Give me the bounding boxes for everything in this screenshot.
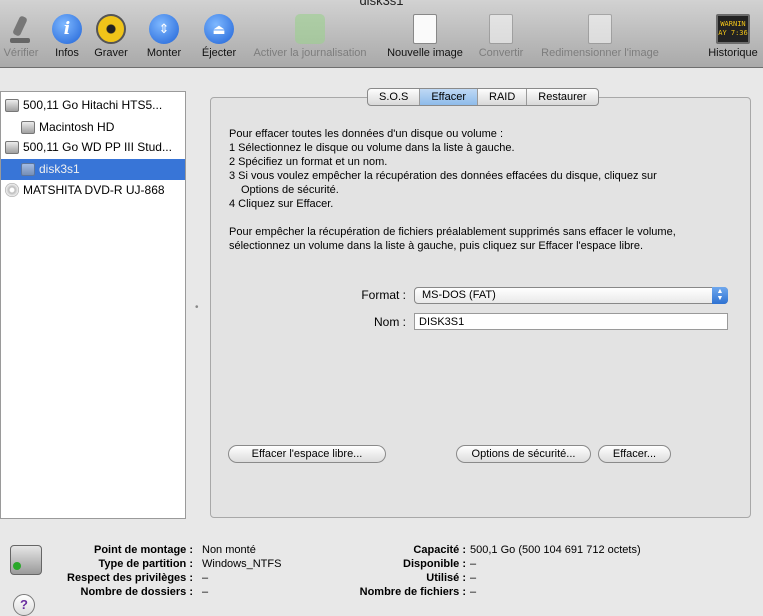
tab-bar: S.O.S Effacer RAID Restaurer (367, 88, 599, 106)
used-key: Utilisé : (426, 572, 466, 584)
tab-restore[interactable]: Restaurer (527, 89, 597, 105)
instruction-line: sélectionnez un volume dans la liste à g… (229, 240, 644, 252)
volume-icon (21, 121, 35, 134)
eject-label: Éjecter (201, 47, 237, 59)
sidebar-item-label: 500,11 Go Hitachi HTS5... (23, 98, 163, 112)
sidebar-item-wd-disk[interactable]: 500,11 Go WD PP III Stud... (1, 137, 185, 158)
convert-button[interactable]: Convertir (476, 14, 526, 66)
instruction-line: Pour empêcher la récupération de fichier… (229, 226, 676, 238)
convert-icon (489, 14, 513, 44)
instruction-line: 2 Spécifiez un format et un nom. (229, 156, 388, 168)
splitter-handle[interactable]: • (195, 302, 199, 313)
enable-journaling-button[interactable]: Activer la journalisation (246, 14, 374, 66)
sidebar-item-label: Macintosh HD (39, 120, 115, 134)
mount-icon: ⇕ (149, 14, 179, 44)
window-title: disk3s1 (359, 0, 404, 8)
tab-raid[interactable]: RAID (478, 89, 528, 105)
instruction-line: Options de sécurité. (241, 184, 339, 196)
journal-icon (295, 14, 325, 44)
instruction-line: 4 Cliquez sur Effacer. (229, 198, 334, 210)
available-value: – (470, 558, 477, 570)
file-count-value: – (470, 586, 477, 598)
mount-point-key: Point de montage : (94, 544, 193, 556)
erase-button[interactable]: Effacer... (598, 445, 671, 463)
resize-image-icon (588, 14, 612, 44)
external-disk-icon (10, 545, 42, 575)
mount-point-value: Non monté (202, 544, 256, 556)
mount-button[interactable]: ⇕ Monter (143, 14, 185, 66)
name-field[interactable] (414, 313, 728, 330)
info-label: Infos (55, 47, 79, 59)
instruction-line: 3 Si vous voulez empêcher la récupératio… (229, 170, 657, 182)
instruction-line: 1 Sélectionnez le disque ou volume dans … (229, 142, 515, 154)
sidebar-item-dvd-drive[interactable]: MATSHITA DVD-R UJ-868 (1, 180, 185, 201)
convert-label: Convertir (478, 47, 524, 59)
erase-free-space-button[interactable]: Effacer l'espace libre... (228, 445, 386, 463)
burn-icon (96, 14, 126, 44)
log-button[interactable]: WARNIN AY 7:36 Historique (704, 14, 762, 66)
log-label: Historique (708, 47, 758, 59)
partition-type-key: Type de partition : (98, 558, 193, 570)
sidebar-item-label: MATSHITA DVD-R UJ-868 (23, 183, 165, 197)
format-value: MS-DOS (FAT) (422, 289, 496, 301)
log-icon: WARNIN AY 7:36 (716, 14, 750, 44)
toolbar: disk3s1 Vérifier i Infos Graver ⇕ Monter… (0, 0, 763, 68)
new-image-label: Nouvelle image (387, 47, 463, 59)
select-arrows-icon: ▲ ▼ (712, 287, 728, 304)
capacity-key: Capacité : (413, 544, 466, 556)
mount-label: Monter (146, 47, 182, 59)
new-image-button[interactable]: Nouvelle image (383, 14, 467, 66)
info-icon: i (52, 14, 82, 44)
enable-journaling-label: Activer la journalisation (253, 47, 367, 59)
available-key: Disponible : (403, 558, 466, 570)
disk-list-sidebar[interactable]: 500,11 Go Hitachi HTS5... Macintosh HD 5… (0, 91, 186, 519)
file-count-key: Nombre de fichiers : (359, 586, 466, 598)
eject-button[interactable]: ⏏ Éjecter (199, 14, 239, 66)
permissions-value: – (202, 572, 209, 584)
format-select[interactable]: MS-DOS (FAT) ▲ ▼ (414, 287, 728, 304)
resize-image-label: Redimensionner l'image (541, 47, 659, 59)
used-value: – (470, 572, 477, 584)
folder-count-value: – (202, 586, 209, 598)
microscope-icon (6, 14, 36, 44)
permissions-key: Respect des privilèges : (67, 572, 193, 584)
burn-label: Graver (94, 47, 128, 59)
folder-count-key: Nombre de dossiers : (80, 586, 193, 598)
format-label: Format : (361, 288, 406, 302)
sidebar-item-label: 500,11 Go WD PP III Stud... (23, 140, 172, 154)
name-label: Nom : (373, 315, 406, 329)
new-image-icon (413, 14, 437, 44)
sidebar-item-macintosh-hd[interactable]: Macintosh HD (1, 117, 185, 138)
help-button[interactable]: ? (13, 594, 35, 616)
capacity-value: 500,1 Go (500 104 691 712 octets) (470, 544, 641, 556)
erase-instructions: Pour effacer toutes les données d'un dis… (229, 127, 739, 253)
sidebar-item-hitachi-disk[interactable]: 500,11 Go Hitachi HTS5... (1, 95, 185, 116)
external-disk-icon (5, 141, 19, 154)
sidebar-item-disk3s1[interactable]: disk3s1 (1, 159, 185, 180)
volume-icon (21, 163, 35, 176)
optical-disc-icon (5, 183, 19, 197)
partition-type-value: Windows_NTFS (202, 558, 282, 570)
verify-button[interactable]: Vérifier (0, 14, 42, 66)
disk-info-area: ? Point de montage : Non monté Type de p… (0, 530, 763, 616)
verify-label: Vérifier (3, 47, 39, 59)
tab-erase[interactable]: Effacer (420, 89, 478, 105)
hard-disk-icon (5, 99, 19, 112)
instruction-line: Pour effacer toutes les données d'un dis… (229, 128, 504, 140)
tab-first-aid[interactable]: S.O.S (368, 89, 421, 105)
eject-icon: ⏏ (204, 14, 234, 44)
burn-button[interactable]: Graver (92, 14, 130, 66)
security-options-button[interactable]: Options de sécurité... (456, 445, 591, 463)
info-button[interactable]: i Infos (50, 14, 84, 66)
resize-image-button[interactable]: Redimensionner l'image (535, 14, 665, 66)
sidebar-item-label: disk3s1 (39, 162, 80, 176)
